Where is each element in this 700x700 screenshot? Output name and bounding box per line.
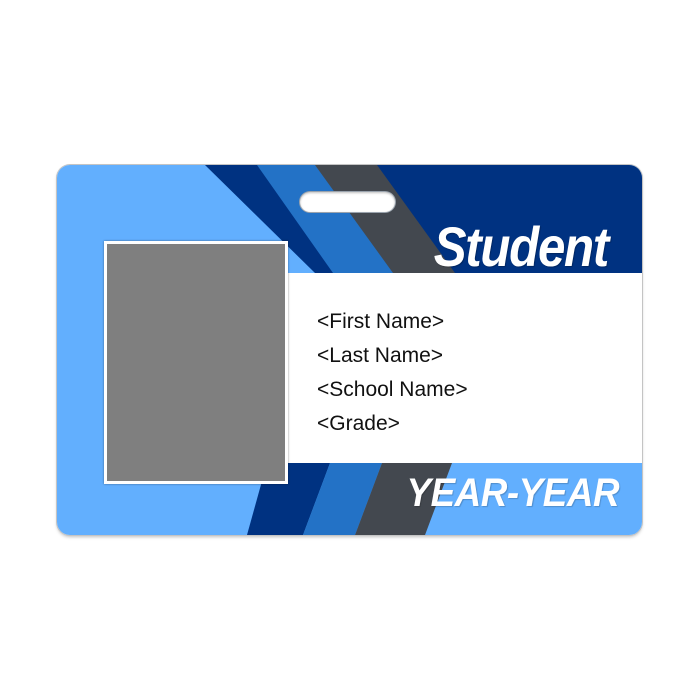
first-name-field: <First Name>: [317, 310, 445, 333]
info-fields: <First Name> <Last Name> <School Name> <…: [317, 305, 468, 441]
card-title: Student: [433, 215, 609, 278]
lanyard-slot: [300, 192, 395, 212]
id-card: Student <First Name> <Last Name> <School…: [57, 165, 642, 535]
photo-placeholder: [104, 241, 288, 484]
grade-field: <Grade>: [317, 412, 400, 435]
last-name-field: <Last Name>: [317, 344, 444, 367]
school-name-field: <School Name>: [317, 378, 468, 401]
year-range: YEAR-YEAR: [406, 471, 619, 515]
